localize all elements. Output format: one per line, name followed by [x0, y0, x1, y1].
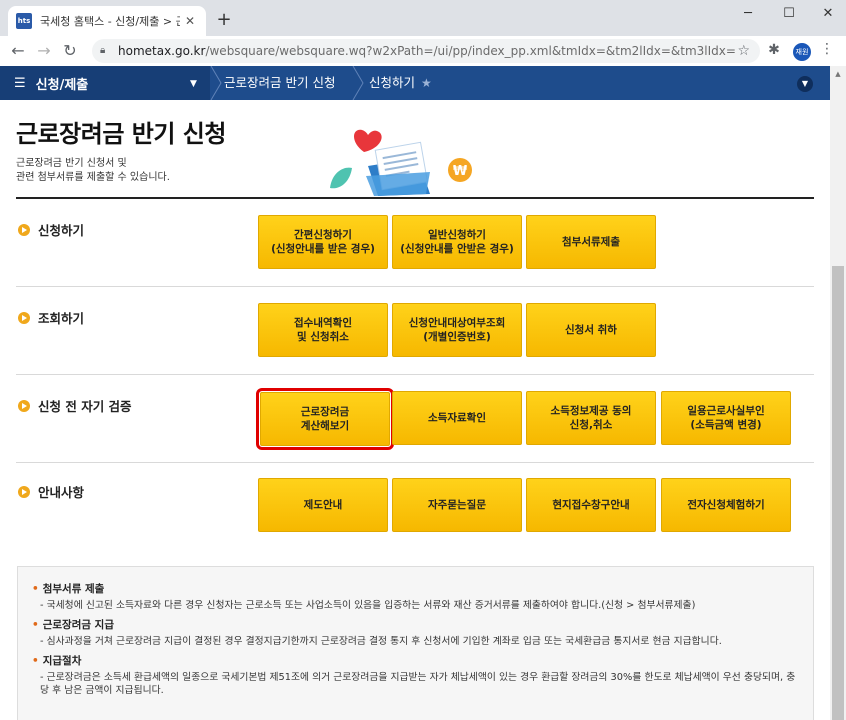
breadcrumb-item-2[interactable]: 신청하기 ★: [369, 66, 432, 100]
section-title-label: 안내사항: [38, 485, 85, 500]
notice-box: 첨부서류 제출 - 국세청에 신고된 소득자료와 다른 경우 신청자는 근로소득…: [17, 566, 814, 720]
income-info-consent-button[interactable]: 소득정보제공 동의 신청,취소: [526, 391, 656, 445]
breadcrumb-chevron-icon: [210, 65, 222, 101]
breadcrumb-item-2-label: 신청하기: [369, 75, 416, 90]
notice-heading: 근로장려금 지급: [32, 617, 114, 632]
browser-tab[interactable]: hts 국세청 홈택스 - 신청/제출 > 근 ✕: [8, 6, 206, 36]
lock-icon: 🔒︎: [100, 45, 106, 56]
profile-avatar[interactable]: 재원: [793, 43, 811, 61]
heading-divider: [16, 197, 814, 199]
income-data-check-button[interactable]: 소득자료확인: [392, 391, 522, 445]
browser-titlebar: hts 국세청 홈택스 - 신청/제출 > 근 ✕ + ─ ☐ ✕: [0, 0, 846, 36]
caret-down-icon: ▼: [190, 79, 197, 89]
url-host: hometax.go.kr: [118, 44, 206, 58]
tab-close-icon[interactable]: ✕: [182, 14, 198, 28]
notice-heading: 지급절차: [32, 653, 82, 668]
hamburger-icon: ☰: [14, 75, 26, 91]
section-title-self-check: 신청 전 자기 검증: [18, 396, 132, 415]
withdraw-application-button[interactable]: 신청서 취하: [526, 303, 656, 357]
forward-arrow-icon[interactable]: →: [34, 41, 54, 61]
section-title-guide: 안내사항: [18, 482, 84, 501]
document-heart-illustration-icon: ₩: [330, 129, 472, 196]
reload-icon[interactable]: ↻: [60, 41, 80, 61]
submit-attachments-button[interactable]: 첨부서류제출: [526, 215, 656, 269]
window-close-icon[interactable]: ✕: [813, 4, 843, 24]
favorite-star-icon[interactable]: ★: [421, 76, 432, 90]
daily-labor-denial-button[interactable]: 일용근로사실부인 (소득금액 변경): [661, 391, 791, 445]
orange-arrow-bullet-icon: [18, 311, 30, 324]
scroll-up-arrow-icon[interactable]: ▲: [830, 66, 846, 82]
notice-text: - 심사과정을 거쳐 근로장려금 지급이 결정된 경우 결정지급기한까지 근로장…: [40, 636, 722, 647]
hometax-favicon-icon: hts: [16, 13, 32, 29]
page-description-line-2: 관련 첨부서류를 제출할 수 있습니다.: [16, 172, 170, 183]
orange-arrow-bullet-icon: [18, 399, 30, 412]
section-title-label: 신청하기: [38, 223, 85, 238]
section-divider: [16, 462, 814, 463]
notice-text: - 국세청에 신고된 소득자료와 다른 경우 신청자는 근로소득 또는 사업소득…: [40, 600, 696, 611]
section-divider: [16, 374, 814, 375]
url-path: /websquare/websquare.wq?w2xPath=/ui/pp/i…: [205, 44, 736, 58]
section-divider: [16, 286, 814, 287]
general-apply-button[interactable]: 일반신청하기 (신청안내를 안받은 경우): [392, 215, 522, 269]
browser-menu-icon[interactable]: ⋮: [820, 41, 834, 57]
orange-arrow-bullet-icon: [18, 485, 30, 498]
section-title-apply: 신청하기: [18, 220, 84, 239]
orange-arrow-bullet-icon: [18, 223, 30, 236]
address-bar[interactable]: 🔒︎ hometax.go.kr/websquare/websquare.wq?…: [92, 39, 760, 63]
nav-menu-button[interactable]: ☰ 신청/제출 ▼: [0, 66, 210, 100]
simple-apply-button[interactable]: 간편신청하기 (신청안내를 받은 경우): [258, 215, 388, 269]
faq-button[interactable]: 자주묻는질문: [392, 478, 522, 532]
breadcrumb-chevron-icon: [352, 65, 364, 101]
breadcrumb-item-1[interactable]: 근로장려금 반기 신청: [224, 66, 335, 100]
extensions-puzzle-icon[interactable]: ✱: [766, 42, 782, 58]
back-arrow-icon[interactable]: ←: [8, 41, 28, 61]
tab-title: 국세청 홈택스 - 신청/제출 > 근: [40, 15, 180, 28]
onsite-counter-guide-button[interactable]: 현지접수창구안내: [526, 478, 656, 532]
system-guide-button[interactable]: 제도안내: [258, 478, 388, 532]
section-title-label: 조회하기: [38, 311, 85, 326]
receipt-check-cancel-button[interactable]: 접수내역확인 및 신청취소: [258, 303, 388, 357]
svg-text:₩: ₩: [453, 164, 468, 179]
new-tab-plus-icon[interactable]: +: [214, 9, 234, 30]
scroll-thumb[interactable]: [832, 266, 844, 720]
bookmark-star-icon[interactable]: ☆: [737, 43, 750, 59]
page-description: 근로장려금 반기 신청서 및 관련 첨부서류를 제출할 수 있습니다.: [16, 157, 170, 185]
section-title-inquiry: 조회하기: [18, 308, 84, 327]
calculate-incentive-button[interactable]: 근로장려금 계산해보기: [256, 388, 394, 450]
eligibility-inquiry-button[interactable]: 신청안내대상여부조회 (개별인증번호): [392, 303, 522, 357]
nav-menu-label: 신청/제출: [35, 77, 89, 93]
site-nav-bar: ☰ 신청/제출 ▼ 근로장려금 반기 신청 신청하기 ★ ▼: [0, 65, 830, 101]
e-apply-experience-button[interactable]: 전자신청체험하기: [661, 478, 791, 532]
maximize-icon[interactable]: ☐: [774, 4, 804, 24]
notice-text: - 근로장려금은 소득세 환급세액의 일종으로 국세기본법 제51조에 의거 근…: [40, 672, 796, 696]
notice-heading: 첨부서류 제출: [32, 581, 105, 596]
page-description-line-1: 근로장려금 반기 신청서 및: [16, 158, 127, 169]
nav-expand-chevron-icon[interactable]: ▼: [797, 76, 813, 92]
browser-toolbar: ← → ↻ 🔒︎ hometax.go.kr/websquare/websqua…: [0, 36, 846, 66]
page-scrollbar[interactable]: ▲: [830, 66, 846, 720]
section-title-label: 신청 전 자기 검증: [38, 399, 132, 414]
minimize-icon[interactable]: ─: [733, 4, 763, 24]
page-title: 근로장려금 반기 신청: [16, 120, 226, 148]
